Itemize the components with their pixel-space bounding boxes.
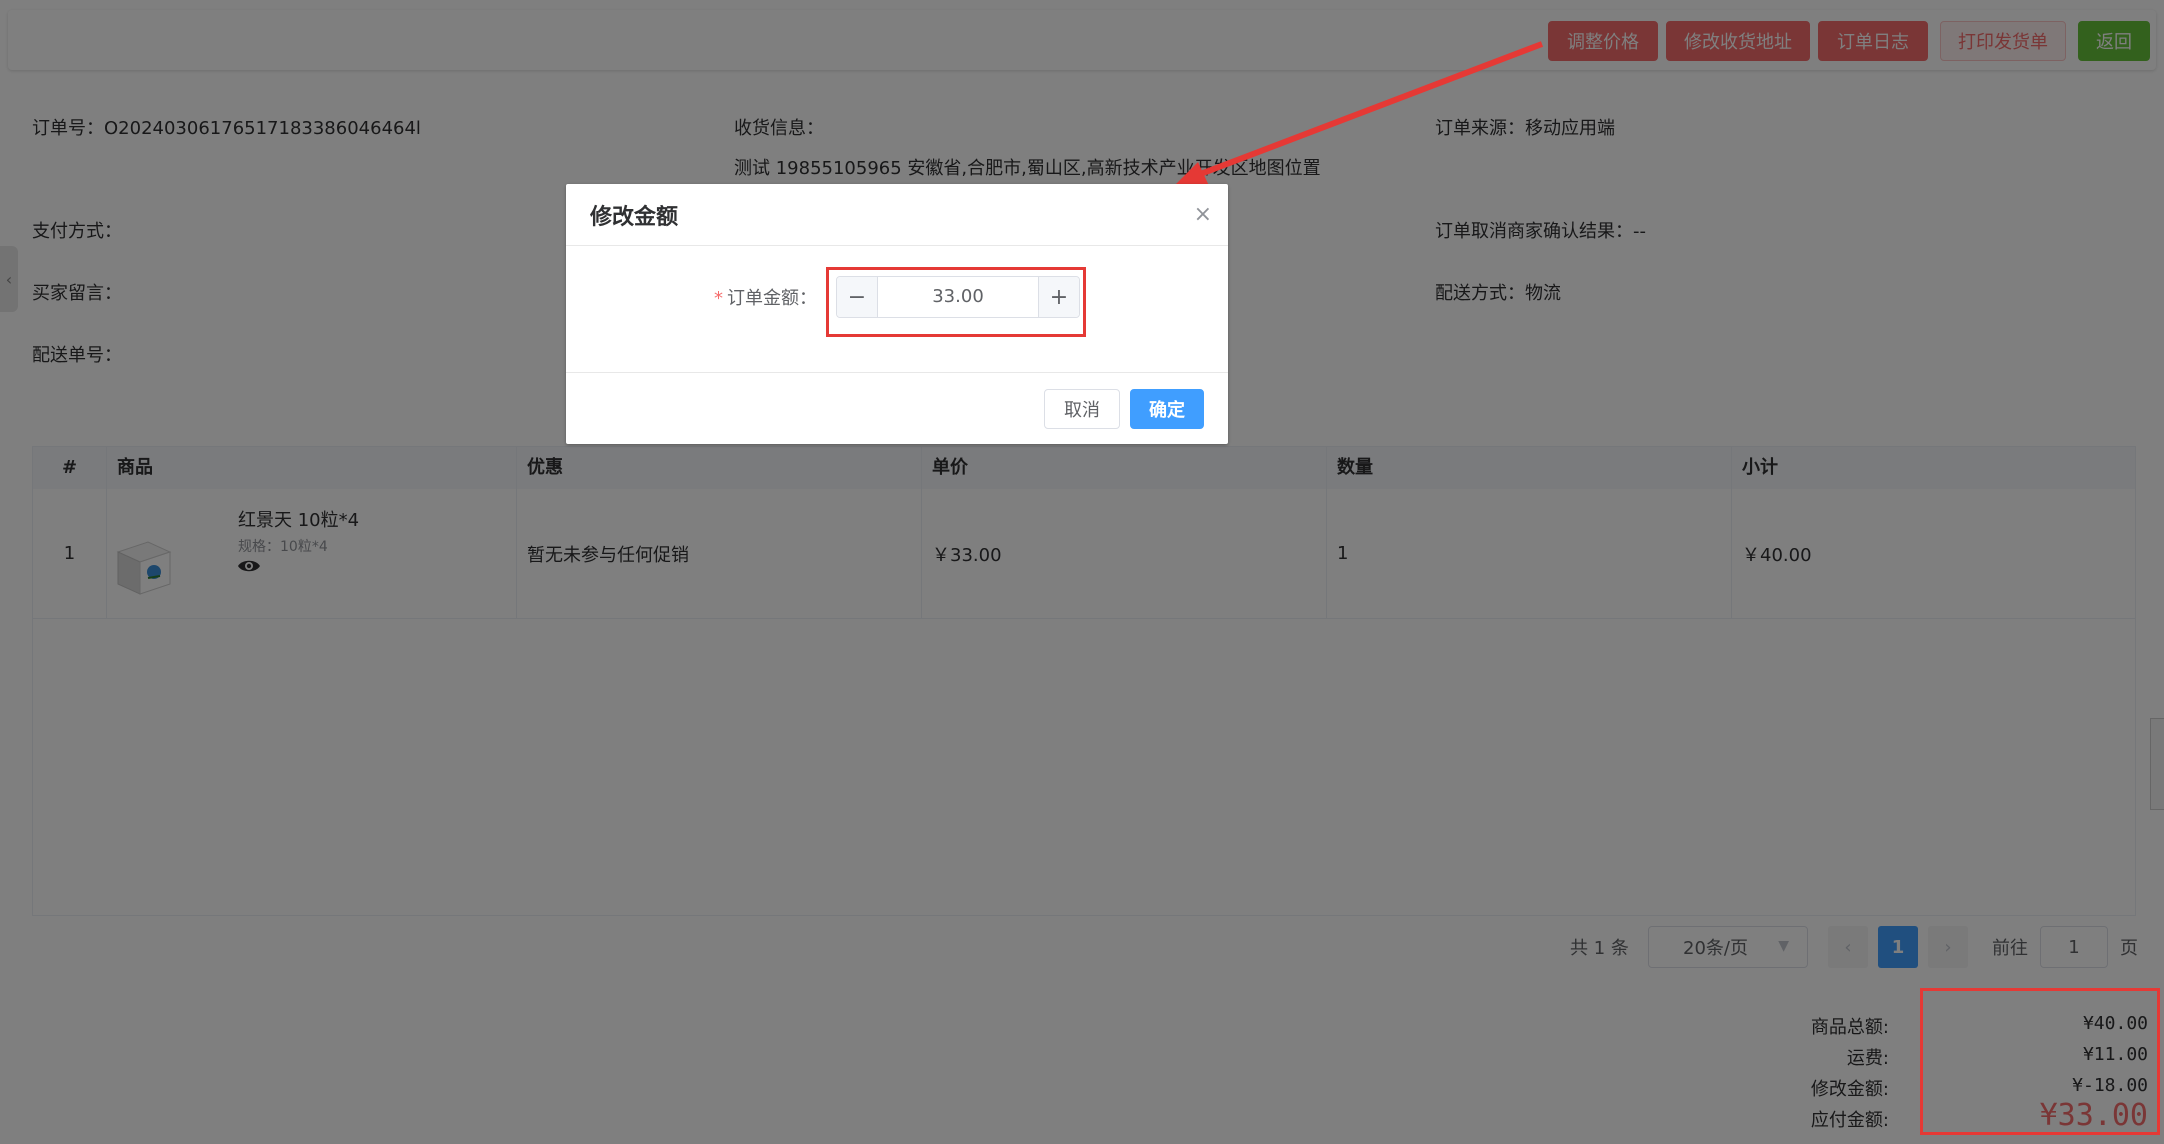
summary-highlight-annotation xyxy=(1920,988,2160,1135)
close-icon[interactable]: × xyxy=(1194,202,1212,227)
confirm-button[interactable]: 确定 xyxy=(1130,389,1204,429)
order-amount-label-text: 订单金额： xyxy=(727,288,817,309)
modal-overlay[interactable] xyxy=(0,0,2164,1144)
dialog-header: 修改金额 × xyxy=(566,184,1228,246)
stepper-highlight-annotation xyxy=(826,267,1086,337)
dialog-footer: 取消 确定 xyxy=(566,372,1228,444)
cancel-button[interactable]: 取消 xyxy=(1044,389,1120,429)
edit-amount-dialog: 修改金额 × * 订单金额： − 33.00 + 取消 确定 xyxy=(566,184,1228,444)
required-mark: * xyxy=(714,288,723,309)
order-amount-label: * 订单金额： xyxy=(714,284,817,310)
dialog-title: 修改金额 xyxy=(590,205,679,230)
